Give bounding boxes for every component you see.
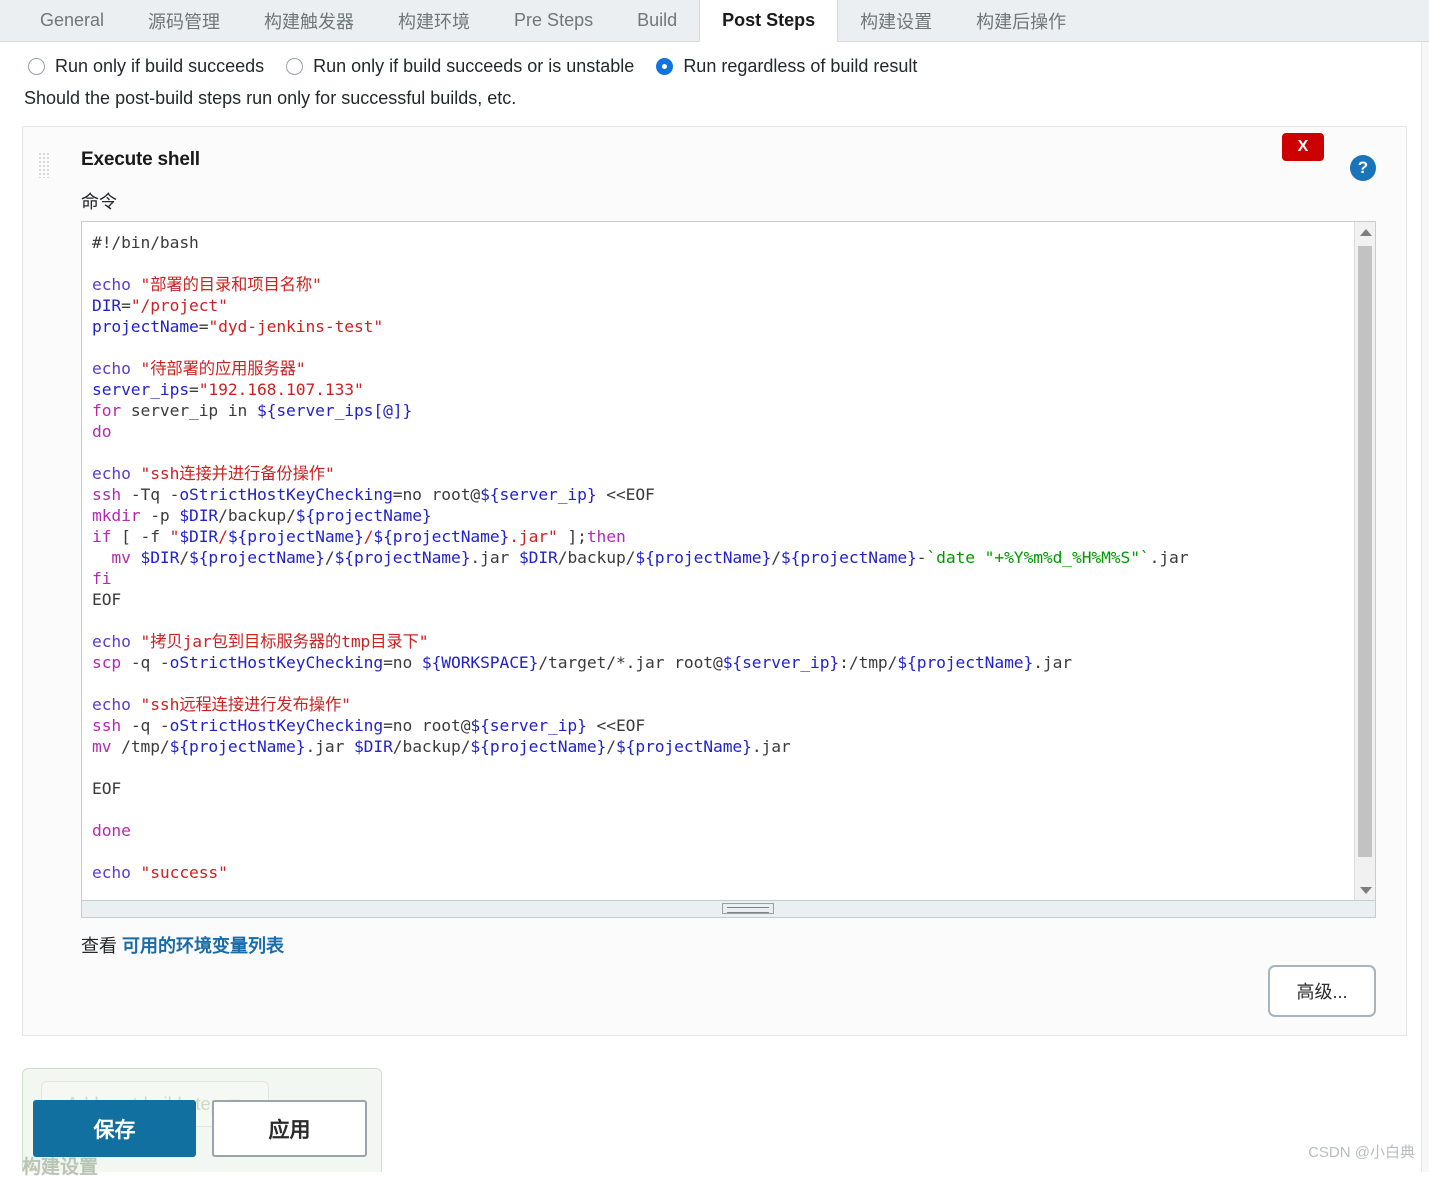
radio-icon-succeeds-or-unstable[interactable] xyxy=(286,58,303,75)
tab-pre-steps[interactable]: Pre Steps xyxy=(492,0,615,41)
scroll-up-arrow-icon[interactable] xyxy=(1355,222,1376,242)
radio-run-only-if-build-succeeds[interactable]: Run only if build succeeds xyxy=(28,56,264,77)
form-action-bar: 保存 应用 xyxy=(33,1100,367,1157)
radio-label-regardless: Run regardless of build result xyxy=(683,56,917,77)
env-variables-prefix: 查看 xyxy=(81,936,117,956)
radio-run-regardless-of-build-result[interactable]: Run regardless of build result xyxy=(656,56,917,77)
page-right-edge xyxy=(1421,42,1429,1172)
run-condition-group: Run only if build succeeds Run only if b… xyxy=(0,42,1429,77)
env-variables-link[interactable]: 可用的环境变量列表 xyxy=(122,936,284,956)
tab-post-build-actions[interactable]: 构建后操作 xyxy=(954,0,1088,41)
tab-build-triggers[interactable]: 构建触发器 xyxy=(242,0,376,41)
execute-shell-panel: X ? Execute shell 命令 #!/bin/bash echo "部… xyxy=(22,126,1407,1036)
command-textarea[interactable]: #!/bin/bash echo "部署的目录和项目名称" DIR="/proj… xyxy=(82,222,1354,889)
command-textarea-wrapper: #!/bin/bash echo "部署的目录和项目名称" DIR="/proj… xyxy=(81,221,1376,901)
horizontal-scroll-thumb[interactable] xyxy=(722,903,774,914)
watermark: CSDN @小白典 xyxy=(1308,1141,1415,1162)
radio-icon-succeeds[interactable] xyxy=(28,58,45,75)
execute-shell-panel-wrap: X ? Execute shell 命令 #!/bin/bash echo "部… xyxy=(0,109,1429,1036)
tab-build[interactable]: Build xyxy=(615,0,699,41)
execute-shell-title: Execute shell xyxy=(23,127,1406,171)
tab-source-code-management[interactable]: 源码管理 xyxy=(126,0,242,41)
run-condition-hint: Should the post-build steps run only for… xyxy=(0,77,1429,109)
command-textarea-viewport: #!/bin/bash echo "部署的目录和项目名称" DIR="/proj… xyxy=(82,222,1354,900)
env-variables-line: 查看 可用的环境变量列表 xyxy=(23,918,1406,958)
radio-label-succeeds: Run only if build succeeds xyxy=(55,56,264,77)
command-field-label: 命令 xyxy=(23,171,1406,221)
tab-build-settings[interactable]: 构建设置 xyxy=(838,0,954,41)
tab-build-environment[interactable]: 构建环境 xyxy=(376,0,492,41)
remove-build-step-button[interactable]: X xyxy=(1282,133,1324,161)
drag-handle-icon[interactable] xyxy=(38,152,50,178)
config-tab-bar: General 源码管理 构建触发器 构建环境 Pre Steps Build … xyxy=(0,0,1429,42)
radio-label-succeeds-or-unstable: Run only if build succeeds or is unstabl… xyxy=(313,56,634,77)
command-horizontal-scrollbar[interactable] xyxy=(81,901,1376,918)
help-icon[interactable]: ? xyxy=(1350,155,1376,181)
apply-button[interactable]: 应用 xyxy=(212,1100,367,1157)
scroll-down-arrow-icon[interactable] xyxy=(1355,880,1376,900)
radio-icon-regardless[interactable] xyxy=(656,58,673,75)
tab-post-steps[interactable]: Post Steps xyxy=(699,0,838,42)
tab-general[interactable]: General xyxy=(18,0,126,41)
vertical-scroll-thumb[interactable] xyxy=(1358,246,1372,857)
command-vertical-scrollbar[interactable] xyxy=(1354,222,1375,900)
save-button[interactable]: 保存 xyxy=(33,1100,196,1157)
radio-run-only-if-build-succeeds-or-unstable[interactable]: Run only if build succeeds or is unstabl… xyxy=(286,56,634,77)
advanced-button[interactable]: 高级... xyxy=(1268,965,1376,1017)
